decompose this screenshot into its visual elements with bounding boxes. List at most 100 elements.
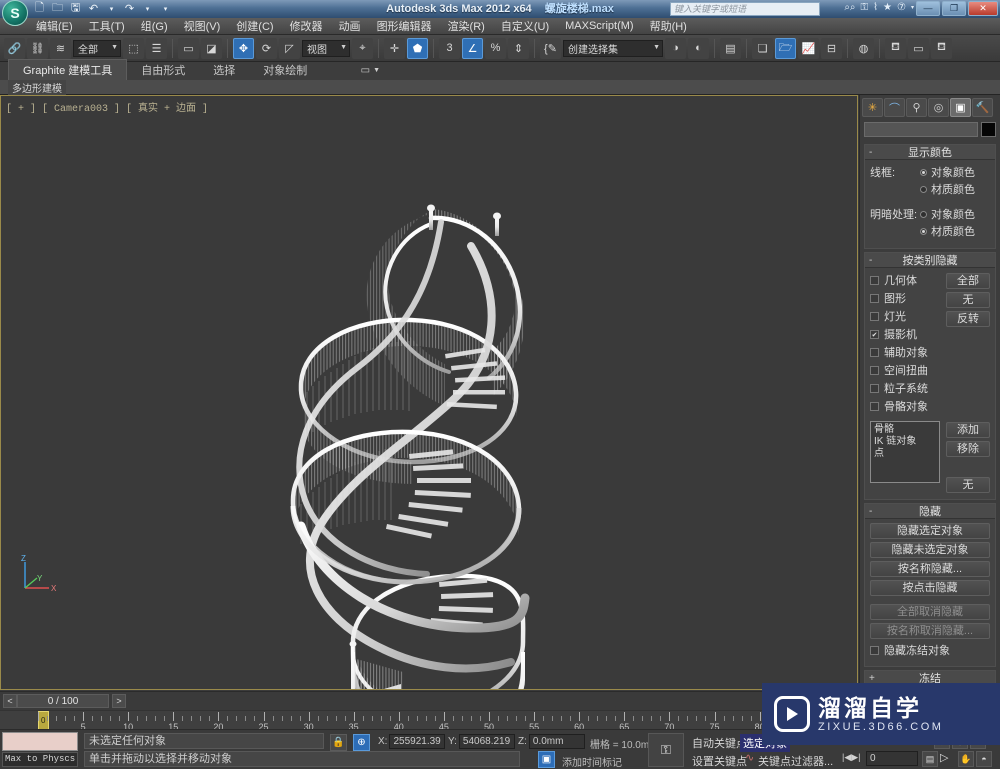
use-pivot-center-icon[interactable]: ⌖: [352, 37, 373, 59]
checkbox-lights[interactable]: 灯光: [870, 308, 940, 324]
render-frame-window-icon[interactable]: ▭: [908, 37, 929, 59]
save-file-icon[interactable]: 🖫: [68, 1, 83, 16]
minimize-button[interactable]: —: [916, 1, 940, 16]
hierarchy-tab[interactable]: ⚲: [906, 98, 927, 117]
set-key-label[interactable]: 设置关键点: [692, 753, 747, 769]
unhide-by-name-button[interactable]: 按名称取消隐藏...: [870, 623, 990, 639]
binoculars-icon[interactable]: ⌕⌕: [844, 2, 855, 13]
none-button[interactable]: 无: [946, 292, 990, 308]
snaps-toggle-icon[interactable]: 3: [439, 37, 460, 59]
shaded-option-material-color[interactable]: 材质颜色: [920, 223, 975, 239]
checkbox-helpers[interactable]: 辅助对象: [870, 344, 940, 360]
checkbox-geometry[interactable]: 几何体: [870, 272, 940, 288]
select-link-icon[interactable]: 🔗: [4, 37, 25, 59]
create-tab[interactable]: ✳: [862, 98, 883, 117]
rollout-header-hide-by-category[interactable]: - 按类别隐藏: [865, 253, 995, 268]
current-frame-spinner[interactable]: 0: [866, 751, 918, 766]
select-and-manipulate-icon[interactable]: ✛: [384, 37, 405, 59]
undo-dropdown-icon[interactable]: ▾: [104, 1, 119, 16]
collapse-toggle-icon[interactable]: -: [869, 506, 872, 517]
hide-by-hit-button[interactable]: 按点击隐藏: [870, 580, 990, 596]
tab-graphite-modeling-tools[interactable]: Graphite 建模工具: [8, 59, 128, 80]
shaded-option-object-color[interactable]: 对象颜色: [920, 206, 975, 222]
viewport-camera003[interactable]: [ + ] [ Camera003 ] [ 真实 + 边面 ] Z X Y: [0, 95, 858, 690]
layer-manager-icon[interactable]: ▤: [720, 37, 741, 59]
hide-unselected-button[interactable]: 隐藏未选定对象: [870, 542, 990, 558]
bone-category-listbox[interactable]: 骨骼 IK 链对象 点: [870, 421, 940, 483]
restore-button[interactable]: ❐: [942, 1, 966, 16]
expand-toggle-icon[interactable]: +: [869, 673, 875, 684]
time-configuration-icon[interactable]: ▤: [922, 751, 938, 767]
display-tab[interactable]: ▣: [950, 98, 971, 117]
list-none-button[interactable]: 无: [946, 477, 990, 493]
edit-named-selection-sets-icon[interactable]: {✎: [540, 37, 561, 59]
favorites-star-icon[interactable]: ★: [883, 2, 892, 13]
utilities-tab[interactable]: 🔨: [972, 98, 993, 117]
reference-coordinate-dropdown[interactable]: 视图 ▼: [302, 39, 350, 57]
search-input[interactable]: 键入关键字或短语: [670, 2, 820, 16]
select-object-icon[interactable]: ⬚: [123, 37, 144, 59]
checkbox-space-warps[interactable]: 空间扭曲: [870, 362, 940, 378]
select-and-scale-icon[interactable]: ◸: [279, 37, 300, 59]
curve-editor-icon[interactable]: 🗁: [775, 37, 796, 59]
add-time-tag-icon[interactable]: ▣: [538, 751, 555, 768]
material-editor-icon[interactable]: ◍: [853, 37, 874, 59]
menu-item-graph-editors[interactable]: 图形编辑器: [369, 17, 440, 35]
menu-item-customize[interactable]: 自定义(U): [493, 17, 557, 35]
coordinate-x-value[interactable]: 255921.39: [389, 734, 446, 749]
ribbon-minimize-control[interactable]: ▭ ▼: [361, 65, 380, 76]
key-filters-label[interactable]: 关键点过滤器...: [758, 753, 833, 769]
help-dropdown-icon[interactable]: ▾: [911, 4, 914, 11]
play-animation-icon[interactable]: ▷: [940, 751, 948, 764]
menu-item-animation[interactable]: 动画: [331, 17, 369, 35]
list-item[interactable]: 骨骼: [874, 424, 936, 436]
orbit-icon[interactable]: ◓: [976, 751, 992, 767]
unlink-icon[interactable]: ⛓: [27, 37, 48, 59]
selection-lock-icon[interactable]: 🔒: [330, 734, 347, 751]
add-button[interactable]: 添加: [946, 422, 990, 438]
checkbox-bone-objects[interactable]: 骨骼对象: [870, 398, 940, 414]
pan-icon[interactable]: ✋: [958, 751, 974, 767]
subscription-icon[interactable]: ⌇: [873, 2, 878, 13]
checkbox-particle-systems[interactable]: 粒子系统: [870, 380, 940, 396]
close-button[interactable]: ✕: [968, 1, 998, 16]
next-frame-button[interactable]: >: [112, 693, 126, 708]
key-icon[interactable]: ⚿: [861, 2, 869, 13]
help-question-icon[interactable]: ⑦: [897, 2, 906, 13]
redo-dropdown-icon[interactable]: ▾: [140, 1, 155, 16]
collapse-toggle-icon[interactable]: -: [869, 255, 872, 266]
rollout-header-hide[interactable]: - 隐藏: [865, 504, 995, 519]
menu-item-views[interactable]: 视图(V): [176, 17, 229, 35]
checkbox-cameras[interactable]: 摄影机: [870, 326, 940, 342]
schematic-view-icon[interactable]: ⊟: [821, 37, 842, 59]
select-and-rotate-icon[interactable]: ⟳: [256, 37, 277, 59]
toggle-ribbon-icon[interactable]: ❏: [752, 37, 773, 59]
maxscript-listener-pink[interactable]: [2, 732, 78, 751]
qat-customize-icon[interactable]: ▾: [158, 1, 173, 16]
application-menu-button[interactable]: S: [2, 0, 28, 26]
all-button[interactable]: 全部: [946, 273, 990, 289]
object-color-swatch[interactable]: [981, 122, 996, 137]
menu-item-rendering[interactable]: 渲染(R): [440, 17, 493, 35]
menu-item-tools[interactable]: 工具(T): [81, 17, 133, 35]
open-file-icon[interactable]: 🗀: [50, 1, 65, 16]
undo-icon[interactable]: ↶: [86, 1, 101, 16]
selection-filter-dropdown[interactable]: 全部 ▼: [73, 39, 121, 57]
wireframe-option-material-color[interactable]: 材质颜色: [920, 181, 975, 197]
new-file-icon[interactable]: 🗋: [32, 1, 47, 16]
remove-button[interactable]: 移除: [946, 441, 990, 457]
menu-item-maxscript[interactable]: MAXScript(M): [557, 19, 641, 33]
bind-to-space-warp-icon[interactable]: ≋: [50, 37, 71, 59]
key-nav-icon[interactable]: |◀▶|: [842, 752, 861, 763]
modify-tab[interactable]: ⌒: [884, 98, 905, 117]
key-filters-curve-icon[interactable]: ∿: [745, 751, 754, 764]
percent-snap-toggle-icon[interactable]: %: [485, 37, 506, 59]
mirror-icon[interactable]: ◑: [665, 37, 686, 59]
select-by-name-icon[interactable]: ☰: [146, 37, 167, 59]
menu-item-help[interactable]: 帮助(H): [642, 17, 695, 35]
unhide-all-button[interactable]: 全部取消隐藏: [870, 604, 990, 620]
hide-selected-button[interactable]: 隐藏选定对象: [870, 523, 990, 539]
coordinate-y-value[interactable]: 54068.219: [458, 734, 515, 749]
align-icon[interactable]: ◐: [688, 37, 709, 59]
absolute-relative-mode-icon[interactable]: ⊕: [353, 734, 370, 751]
